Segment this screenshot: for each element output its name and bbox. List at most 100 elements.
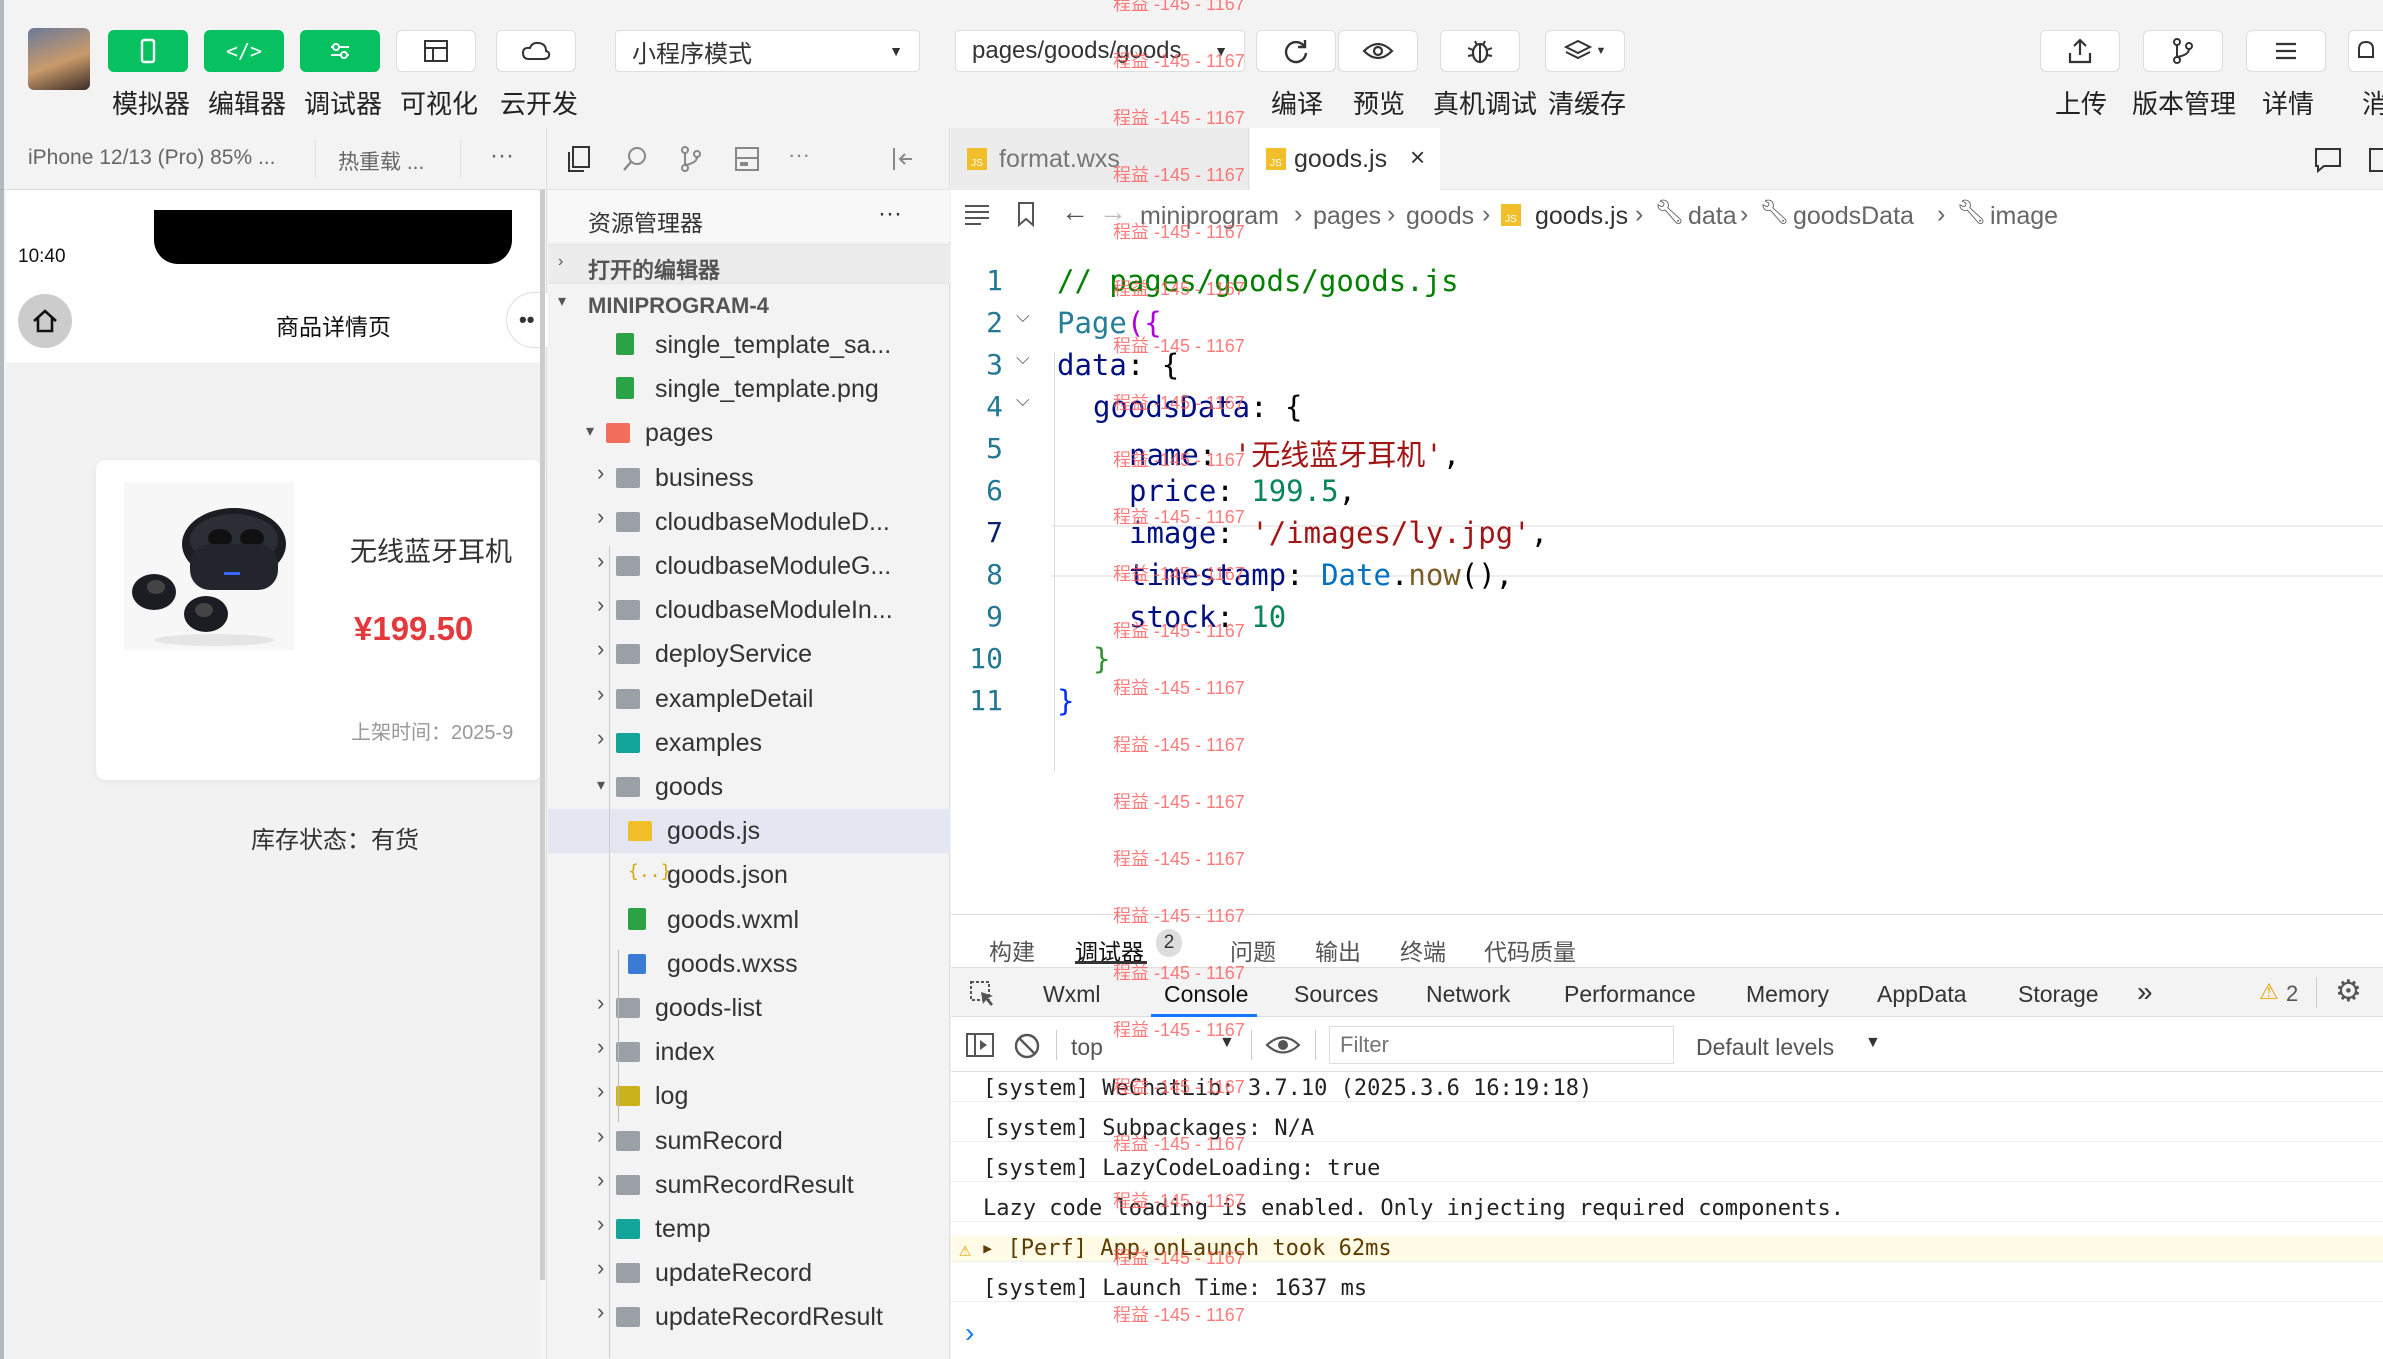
levels-select[interactable]: Default levels ▼ [1696,1028,1896,1062]
console-message: Lazy code loading is enabled. Only injec… [951,1196,2383,1222]
tree-item[interactable]: › business [548,456,950,500]
back-arrow-icon[interactable]: ← [1061,196,1089,228]
tree-item[interactable]: › cloudbaseModuleD... [548,500,950,544]
upload-button[interactable] [2040,30,2120,72]
fold-chevron-icon[interactable]: ⌵ [1016,306,1030,327]
activity-more-button[interactable]: ··· [788,142,810,168]
nav-title: 商品详情页 [276,314,391,340]
chevron-right-icon: › [597,1166,605,1192]
fold-chevron-icon[interactable]: ⌵ [1016,348,1030,369]
tab-format-wxs[interactable]: JS format.wxs [951,128,1249,190]
tab-output[interactable]: 输出 [1315,933,1361,967]
code-line-10: } [1093,642,1111,676]
code-line-1: // pages/goods/goods.js [1057,264,1459,298]
cloud-button[interactable] [496,30,576,72]
filter-input[interactable] [1329,1026,1674,1064]
devtab-storage[interactable]: Storage [2018,981,2099,1008]
warning-count[interactable]: 2 [2286,981,2298,1007]
breadcrumb-data[interactable]: data [1688,202,1737,231]
tree-item-label: goods [655,773,724,801]
source-control-icon[interactable] [676,144,706,174]
remote-debug-button[interactable] [1440,30,1520,72]
layout-panel-icon[interactable] [732,144,762,174]
hot-reload-toggle[interactable]: 热重载 ... [338,146,424,176]
code-icon: </> [225,39,263,63]
wrench-icon: 🔧︎ [1956,199,1987,226]
tree-item[interactable]: ▾ pages [548,411,950,455]
chevron-right-icon: › [597,680,605,706]
tab-label: format.wxs [999,145,1120,173]
breadcrumb-goods[interactable]: goods [1406,202,1474,231]
breadcrumb-goodsdata[interactable]: goodsData [1793,202,1914,231]
bookmark-icon[interactable] [1015,200,1037,228]
devtab-performance[interactable]: Performance [1564,981,1696,1008]
simulator-button[interactable] [108,30,188,72]
context-select[interactable]: top ▼ [1059,1028,1239,1062]
devtab-sources[interactable]: Sources [1294,981,1378,1008]
console-prompt[interactable]: › [965,1317,974,1349]
split-editor-icon[interactable] [2369,148,2383,172]
compile-button[interactable] [1256,30,1336,72]
close-icon[interactable]: × [1410,142,1425,173]
mode-select[interactable]: 小程序模式 ▼ [615,30,920,72]
console-message[interactable]: ⚠ ▸ [Perf] App.onLaunch took 62ms [951,1236,2383,1262]
fold-chevron-icon[interactable]: ⌵ [1016,390,1030,411]
sidebar-toggle-icon[interactable] [965,1032,995,1058]
breadcrumb-miniprogram[interactable]: miniprogram [1140,202,1279,231]
tab-code-quality[interactable]: 代码质量 [1484,933,1576,967]
simulator-more-button[interactable]: ··· [490,142,514,170]
tree-item[interactable]: single_template_sa... [548,323,950,367]
device-select[interactable]: iPhone 12/13 (Pro) 85% ... [28,146,275,170]
devtab-network[interactable]: Network [1426,981,1510,1008]
code-line-2: Page({ [1057,306,1162,340]
devtab-memory[interactable]: Memory [1746,981,1829,1008]
explorer-more-button[interactable]: ··· [878,200,902,228]
devtab-console[interactable]: Console [1164,981,1248,1008]
breadcrumb-pages[interactable]: pages [1313,202,1381,231]
avatar[interactable] [28,28,90,90]
open-editors-section[interactable]: › 打开的编辑器 [548,244,950,284]
debugger-button[interactable] [300,30,380,72]
inspect-icon[interactable] [969,980,997,1008]
forward-arrow-icon[interactable]: → [1099,196,1127,228]
version-button[interactable] [2143,30,2223,72]
comment-icon[interactable] [2313,146,2343,174]
search-icon[interactable] [620,144,650,174]
tab-problems[interactable]: 问题 [1230,933,1276,967]
list-icon[interactable] [963,202,991,226]
tab-goods-js[interactable]: JS goods.js × [1250,128,1440,191]
phone-icon [140,38,156,64]
clear-cache-button[interactable]: ▼ [1545,30,1625,72]
code-line-9: stock: 10 [1129,600,1287,634]
visual-button[interactable] [396,30,476,72]
tree-item[interactable]: single_template.png [548,367,950,411]
devtab-appdata[interactable]: AppData [1877,981,1967,1008]
eye-icon [1362,42,1394,60]
editor-button[interactable]: </> [204,30,284,72]
tree-item-label: cloudbaseModuleG... [655,552,892,580]
breadcrumb-file[interactable]: goods.js [1535,202,1628,231]
code-area[interactable]: 1 2 3 4 5 6 7 8 9 10 11 ⌵ ⌵ ⌵ // pages/g… [951,240,2383,914]
tab-terminal[interactable]: 终端 [1400,933,1446,967]
chevron-right-icon: › [597,636,605,662]
devtab-more[interactable]: » [2137,976,2153,1008]
project-section[interactable]: ▾ MINIPROGRAM-4 [548,285,950,325]
message-button[interactable] [2348,30,2383,72]
collapse-panel-icon[interactable] [888,144,918,174]
clear-console-icon[interactable] [1013,1032,1041,1060]
folder-icon [616,998,640,1018]
breadcrumb-image[interactable]: image [1990,202,2058,231]
files-icon[interactable] [564,144,594,174]
home-button[interactable] [18,294,72,348]
tab-build[interactable]: 构建 [989,933,1035,967]
simulator-scrollbar[interactable] [540,190,545,1280]
page-select[interactable]: pages/goods/goods ▼ [955,30,1245,72]
preview-button[interactable] [1338,30,1418,72]
details-button[interactable] [2246,30,2326,72]
settings-gear-icon[interactable]: ⚙ [2335,974,2362,1009]
wrench-icon: 🔧︎ [1654,199,1685,226]
folder-icon [616,1130,640,1151]
devtab-wxml[interactable]: Wxml [1043,981,1100,1008]
product-card[interactable]: 无线蓝牙耳机 ¥199.50 上架时间：2025-9 [96,460,542,780]
live-expression-eye-icon[interactable] [1265,1034,1301,1056]
